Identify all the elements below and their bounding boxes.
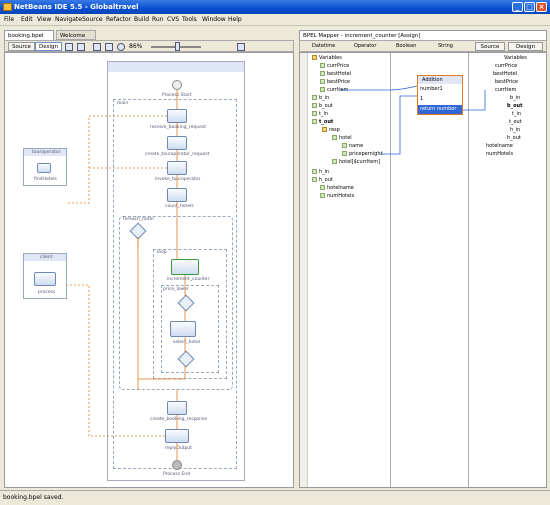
menu-bar: File Edit View Navigate Source Refactor … (0, 14, 550, 26)
tab-label: booking.bpel (8, 33, 44, 39)
editor-toolbar: Source Design 86% (4, 40, 294, 52)
menu-source[interactable]: Source (82, 16, 103, 23)
mapper-body[interactable]: Variables currPrice bestHotel bestPrice … (299, 52, 547, 488)
mapper-toolbar: Datetime Operator Boolean String Source … (299, 40, 547, 52)
zoom-value: 86% (129, 43, 143, 50)
menu-view[interactable]: View (37, 16, 51, 23)
tab-bpel-mapper[interactable]: BPEL Mapper - increment_counter [Assign] (299, 30, 547, 40)
menu-help[interactable]: Help (228, 16, 242, 23)
mapping-links (340, 85, 486, 155)
zoom-slider-thumb[interactable] (175, 42, 180, 51)
menu-edit[interactable]: Edit (21, 16, 33, 23)
design-view-button[interactable]: Design (35, 42, 62, 51)
status-bar: booking.bpel saved. (0, 490, 550, 505)
title-bar: NetBeans IDE 5.5 - Globaltravel _ □ × (0, 0, 550, 14)
tab-label: Welcome (60, 33, 86, 39)
close-button[interactable]: × (536, 2, 547, 12)
mapper-title: BPEL Mapper - increment_counter [Assign] (303, 33, 421, 39)
layout-icon[interactable] (77, 43, 85, 51)
bpel-design-canvas[interactable]: touroperator findHotels client process P… (4, 52, 294, 488)
page-icon[interactable] (65, 43, 73, 51)
operator-menu[interactable]: Operator (352, 42, 378, 51)
fit-width-icon[interactable] (105, 43, 113, 51)
mapper-design-button[interactable]: Design (508, 42, 543, 51)
menu-window[interactable]: Window (202, 16, 226, 23)
menu-run[interactable]: Run (152, 16, 164, 23)
tab-booking-bpel[interactable]: booking.bpel (4, 30, 54, 40)
minimize-button[interactable]: _ (512, 2, 523, 12)
zoom-icon[interactable] (117, 43, 125, 51)
source-view-button[interactable]: Source (8, 42, 35, 51)
tab-welcome[interactable]: Welcome (56, 30, 96, 40)
window-title: NetBeans IDE 5.5 - Globaltravel (14, 3, 139, 11)
status-text: booking.bpel saved. (3, 494, 64, 501)
menu-refactor[interactable]: Refactor (106, 16, 131, 23)
boolean-menu[interactable]: Boolean (394, 42, 418, 51)
fit-icon[interactable] (93, 43, 101, 51)
maximize-button[interactable]: □ (524, 2, 535, 12)
menu-cvs[interactable]: CVS (167, 16, 179, 23)
mapper-source-button[interactable]: Source (475, 42, 505, 51)
string-menu[interactable]: String (436, 42, 455, 51)
flow-connectors (67, 90, 186, 460)
menu-file[interactable]: File (4, 16, 14, 23)
netbeans-icon (3, 3, 12, 11)
datetime-menu[interactable]: Datetime (310, 42, 337, 51)
menu-build[interactable]: Build (134, 16, 149, 23)
validate-icon[interactable] (237, 43, 245, 51)
menu-navigate[interactable]: Navigate (55, 16, 82, 23)
menu-tools[interactable]: Tools (182, 16, 197, 23)
